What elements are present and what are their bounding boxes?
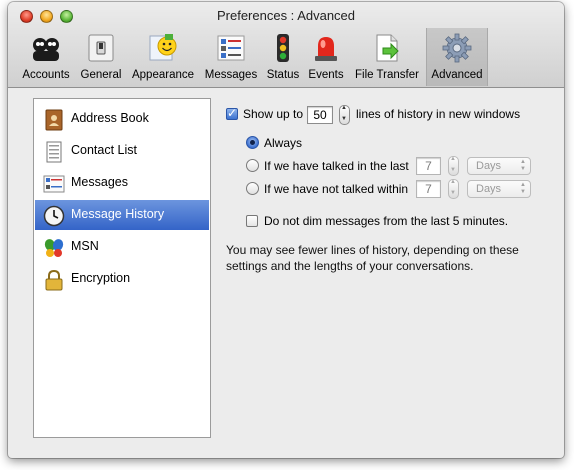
switch-icon [88,34,114,62]
toolbar-label: Appearance [131,69,195,81]
smiley-icon [149,34,177,61]
toolbar-accounts[interactable]: Accounts [16,28,76,86]
radio-not-talked-within-label: If we have not talked within [264,182,409,196]
not-talked-within-unit-popup[interactable]: Days ▲ ▼ [467,180,531,198]
padlock-icon [45,269,63,291]
no-dim-checkbox[interactable] [246,215,258,227]
sidebar-item-messages[interactable]: Messages [35,168,209,198]
contact-list-icon [46,141,62,163]
toolbar-label: General [80,69,122,81]
title-bar: Preferences : Advanced Accounts General … [8,2,564,88]
radio-talked-in-last-label: If we have talked in the last [264,159,409,173]
history-lines-field[interactable]: 50 [307,106,333,124]
toolbar-label: Events [308,69,344,81]
history-note-line: settings and the lengths of your convers… [226,259,474,273]
toolbar-label: File Transfer [355,69,419,81]
sidebar-item-encryption[interactable]: Encryption [35,264,209,294]
file-transfer-icon [376,34,399,62]
popup-arrows-icon: ▲ ▼ [520,182,526,195]
sidebar-item-msn[interactable]: MSN [35,232,209,262]
toolbar-label: Status [266,69,300,81]
toolbar-appearance[interactable]: Appearance [126,28,200,86]
show-up-to-label: Show up to [243,107,304,121]
toolbar-status[interactable]: Status [262,28,304,86]
talked-in-last-field[interactable]: 7 [416,157,441,175]
address-book-icon [45,109,63,131]
preferences-sidebar: Address Book Contact List Messages Messa… [33,98,211,438]
sidebar-item-contact-list[interactable]: Contact List [35,136,209,166]
sidebar-item-label: MSN [71,239,99,253]
toolbar-label: Messages [204,69,258,81]
messages-icon [217,35,245,61]
not-talked-within-stepper[interactable] [448,179,459,199]
gear-icon [442,33,472,63]
sidebar-item-message-history[interactable]: Message History [35,200,209,230]
messages-icon [43,175,65,193]
sidebar-item-address-book[interactable]: Address Book [35,104,209,134]
talked-in-last-unit-popup[interactable]: Days ▲ ▼ [467,157,531,175]
clock-icon [43,205,65,227]
msn-butterfly-icon [44,239,64,257]
toolbar-file-transfer[interactable]: File Transfer [348,28,426,86]
popup-value: Days [476,183,502,195]
history-note-line: You may see fewer lines of history, depe… [226,243,519,257]
sidebar-item-label: Messages [71,175,128,189]
not-talked-within-field[interactable]: 7 [416,180,441,198]
radio-always[interactable] [246,136,259,149]
toolbar-advanced[interactable]: Advanced [426,28,488,86]
talked-in-last-stepper[interactable] [448,156,459,176]
sidebar-item-label: Contact List [71,143,138,157]
toolbar-general[interactable]: General [76,28,126,86]
history-lines-stepper[interactable] [339,105,350,125]
toolbar-events[interactable]: Events [304,28,348,86]
sidebar-item-label: Address Book [71,111,149,125]
window-title: Preferences : Advanced [216,8,356,23]
toolbar: Accounts General Appearance Messages Sta… [8,28,564,86]
radio-always-label: Always [264,136,303,150]
toolbar-label: Advanced [431,69,483,81]
history-note: You may see fewer lines of history, depe… [226,242,546,274]
show-history-checkbox[interactable] [226,106,238,120]
accounts-icon [33,38,59,61]
lines-of-history-label: lines of history in new windows [356,107,521,121]
no-dim-label: Do not dim messages from the last 5 minu… [264,214,509,228]
siren-icon [315,37,337,61]
traffic-light-icon [277,34,289,62]
sidebar-item-label: Message History [71,207,165,221]
toolbar-messages[interactable]: Messages [200,28,262,86]
toolbar-label: Accounts [22,69,70,81]
popup-arrows-icon: ▲ ▼ [520,159,526,172]
radio-not-talked-within[interactable] [246,182,259,195]
popup-value: Days [476,160,502,172]
radio-talked-in-last[interactable] [246,159,259,172]
preferences-window: Preferences : Advanced Accounts General … [8,2,564,458]
sidebar-item-label: Encryption [71,271,131,285]
